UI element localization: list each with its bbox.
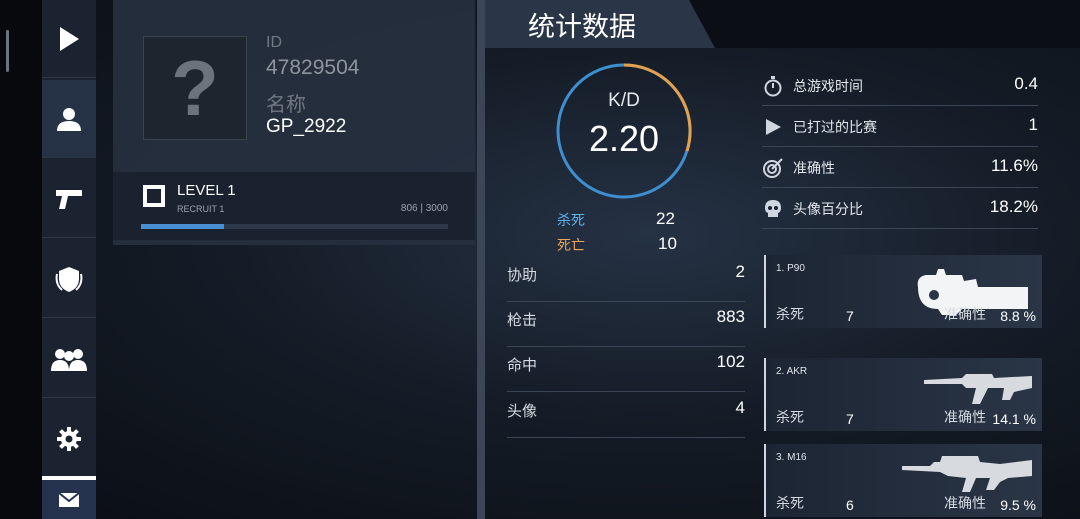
weapon-name: 2. AKR [776, 366, 808, 377]
stat-value: 102 [716, 352, 745, 371]
weapon-kills-label: 杀死 [776, 496, 804, 512]
id-label: ID [266, 34, 282, 51]
play-icon [60, 26, 79, 51]
kd-label: K/D [608, 90, 640, 111]
weapon-name: 3. M16 [776, 452, 807, 463]
id-value: 47829504 [266, 56, 360, 79]
stat-label: 枪击 [507, 311, 538, 329]
stat-label: 头像 [507, 402, 538, 420]
stat-row-hits: 命中 102 [507, 348, 745, 392]
sidebar-item-rank[interactable] [42, 240, 96, 318]
sidebar-item-play[interactable] [42, 0, 96, 78]
stat-label: 总游戏时间 [793, 79, 863, 95]
stat-label: 准确性 [793, 161, 835, 177]
page-title: 统计数据 [528, 12, 636, 43]
weapon-accuracy-value: 9.5 % [1000, 497, 1036, 513]
stat-value: 1 [1028, 115, 1038, 134]
profile-icon [57, 107, 81, 131]
pistol-icon [56, 189, 82, 209]
level-text: LEVEL 1 [177, 182, 236, 199]
stat-row-matches: 已打过的比赛 1 [762, 106, 1038, 147]
weapon-accuracy-value: 8.8 % [1000, 308, 1036, 324]
stat-row-headshot-percent: 头像百分比 18.2% [762, 188, 1038, 229]
stat-row-shots: 枪击 883 [507, 303, 745, 347]
xp-bar [141, 224, 448, 229]
stat-value: 11.6% [991, 156, 1038, 175]
stat-label: 已打过的比赛 [793, 120, 877, 136]
stat-value: 0.4 [1014, 74, 1038, 93]
play-small-icon [766, 119, 781, 135]
skull-icon [765, 200, 781, 217]
xp-text: 806 | 3000 [400, 203, 448, 214]
deaths-value: 10 [658, 234, 677, 253]
stat-value: 883 [716, 307, 745, 326]
sidebar-item-settings[interactable] [42, 400, 96, 478]
profile-panel: ? ID 47829504 名称 GP_2922 LEVEL 1 RECRUIT… [113, 0, 475, 245]
stat-value: 2 [735, 262, 745, 281]
akr-icon [924, 374, 1032, 404]
kills-value: 22 [656, 209, 675, 228]
m16-icon [902, 456, 1032, 492]
rank-square-icon [143, 185, 165, 207]
weapon-accuracy-label: 准确性 [944, 410, 986, 426]
weapon-kills-label: 杀死 [776, 410, 804, 426]
level-box: LEVEL 1 RECRUIT 1 806 | 3000 [113, 172, 475, 240]
mail-icon [58, 491, 80, 507]
weapon-kills-value: 7 [846, 411, 854, 427]
stat-row-playtime: 总游戏时间 0.4 [762, 65, 1038, 106]
stat-label: 协助 [507, 266, 538, 284]
stat-label: 命中 [507, 356, 538, 374]
kills-label: 杀死 [557, 213, 585, 229]
name-label: 名称 [266, 92, 306, 116]
weapon-accuracy-value: 14.1 % [992, 411, 1036, 427]
stat-value: 18.2% [989, 197, 1038, 216]
sidebar-item-mail[interactable] [42, 476, 96, 519]
system-edge [0, 0, 42, 519]
avatar-placeholder-glyph: ? [171, 43, 219, 132]
weapon-card-p90[interactable]: 1. P90 杀死 7 准确性 8.8 % [764, 255, 1042, 328]
weapon-card-akr[interactable]: 2. AKR 杀死 7 准确性 14.1 % [764, 358, 1042, 431]
name-value: GP_2922 [266, 116, 347, 137]
stat-row-headshots: 头像 4 [507, 394, 745, 438]
xp-bar-fill [141, 224, 224, 229]
weapon-accuracy-label: 准确性 [944, 307, 986, 323]
sidebar [42, 0, 96, 519]
sidebar-item-profile[interactable] [42, 80, 96, 158]
weapon-kills-value: 7 [846, 308, 854, 324]
stat-label: 头像百分比 [793, 202, 863, 218]
weapon-name: 1. P90 [776, 263, 805, 274]
shield-icon [55, 266, 83, 292]
rank-text: RECRUIT 1 [177, 204, 225, 214]
stat-row-accuracy: 准确性 11.6% [762, 147, 1038, 188]
stats-screen: ? ID 47829504 名称 GP_2922 LEVEL 1 RECRUIT… [0, 0, 1080, 519]
stopwatch-icon [764, 76, 782, 97]
sidebar-item-weapons[interactable] [42, 160, 96, 238]
avatar[interactable]: ? [143, 36, 247, 140]
stat-value: 4 [735, 398, 745, 417]
weapon-kills-value: 6 [846, 497, 854, 513]
weapon-card-m16[interactable]: 3. M16 杀死 6 准确性 9.5 % [764, 444, 1042, 517]
panel-divider [477, 0, 485, 519]
deaths-label: 死亡 [557, 238, 585, 254]
stat-row-assists: 协助 2 [507, 258, 745, 302]
team-icon [51, 348, 87, 371]
sidebar-item-team[interactable] [42, 320, 96, 398]
edge-handle[interactable] [6, 30, 9, 72]
weapon-accuracy-label: 准确性 [944, 496, 986, 512]
kd-value: 2.20 [588, 118, 660, 159]
weapon-kills-label: 杀死 [776, 307, 804, 323]
target-icon [763, 158, 783, 178]
gear-icon [57, 426, 81, 451]
